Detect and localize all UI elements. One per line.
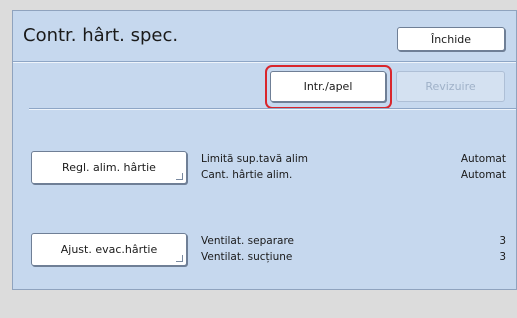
setting-label: Limită sup.tavă alim bbox=[201, 153, 308, 165]
close-button-label: Închide bbox=[430, 32, 472, 46]
toolbar-divider bbox=[29, 108, 516, 109]
paper-feed-adjust-label: Regl. alim. hârtie bbox=[62, 161, 156, 174]
corner-marker-icon bbox=[176, 255, 183, 262]
close-button[interactable]: Închide bbox=[397, 27, 505, 51]
revizuire-button[interactable]: Revizuire bbox=[396, 71, 505, 102]
corner-marker-icon bbox=[176, 173, 183, 180]
paper-eject-adjust-button[interactable]: Ajust. evac.hârtie bbox=[31, 233, 187, 266]
setting-label: Cant. hârtie alim. bbox=[201, 169, 293, 181]
header-divider bbox=[13, 61, 516, 62]
revizuire-button-label: Revizuire bbox=[425, 80, 476, 93]
setting-label: Ventilat. sucțiune bbox=[201, 251, 293, 263]
setting-value: Automat bbox=[460, 153, 506, 165]
setting-value: 3 bbox=[499, 251, 506, 263]
special-paper-control-screen: Contr. hârt. spec. Închide Intr./apel Re… bbox=[12, 10, 517, 290]
intr-apel-highlight bbox=[265, 65, 392, 109]
paper-feed-adjust-button[interactable]: Regl. alim. hârtie bbox=[31, 151, 187, 184]
setting-value: Automat bbox=[460, 169, 506, 181]
screen-title: Contr. hârt. spec. bbox=[23, 25, 179, 46]
setting-label: Ventilat. separare bbox=[201, 235, 294, 247]
setting-value: 3 bbox=[499, 235, 506, 247]
paper-eject-adjust-label: Ajust. evac.hârtie bbox=[60, 243, 158, 256]
